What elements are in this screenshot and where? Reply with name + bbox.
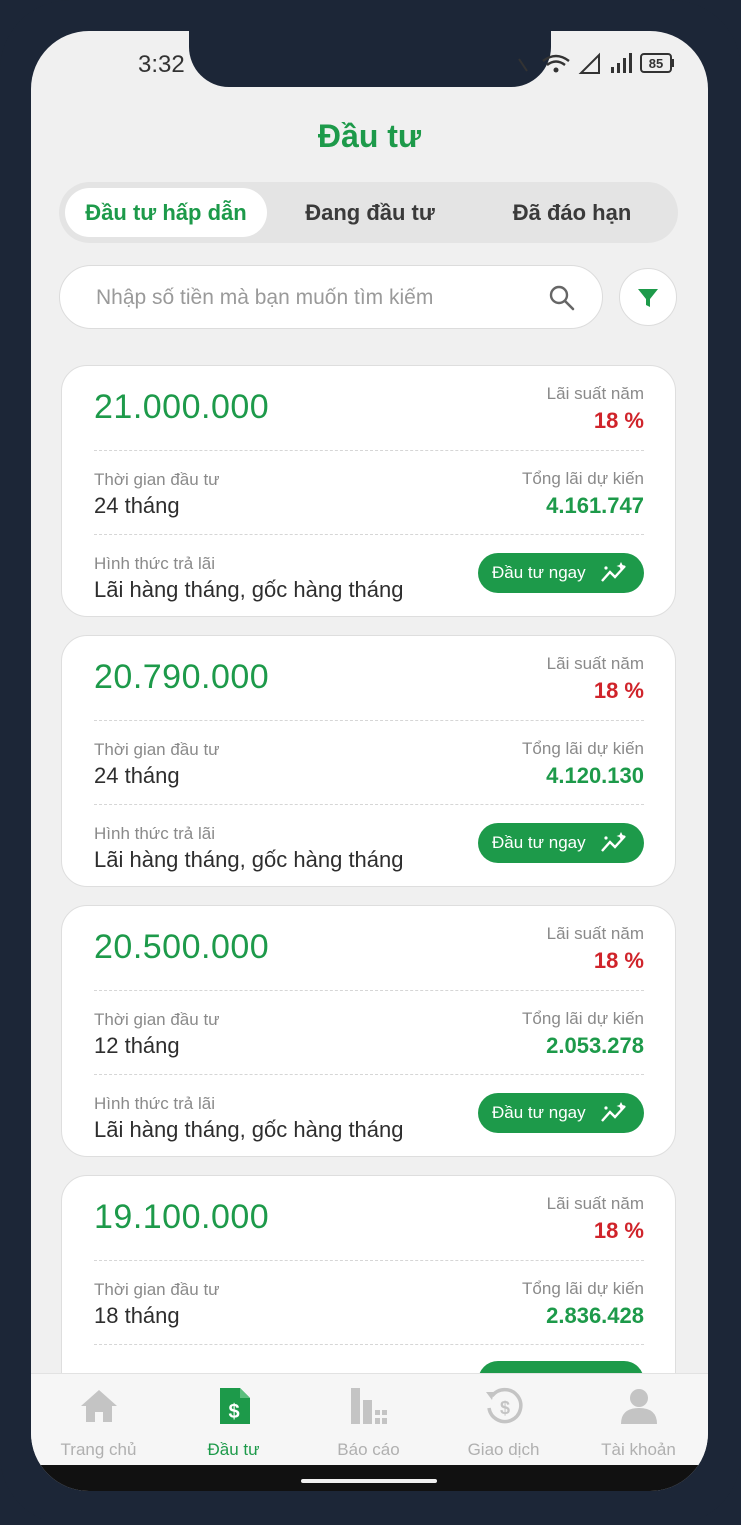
camera-notch [189, 31, 551, 87]
home-indicator[interactable] [301, 1479, 437, 1483]
invest-now-button[interactable]: Đầu tư ngay [478, 823, 644, 863]
tab-matured[interactable]: Đã đáo hạn [471, 188, 673, 237]
nav-transaction[interactable]: $ Giao dịch [436, 1374, 571, 1466]
trend-sparkle-icon [601, 1102, 626, 1122]
page-title: Đầu tư [317, 118, 422, 154]
rate-label: Lãi suất năm [546, 654, 644, 673]
investment-amount: 19.100.000 [94, 1198, 270, 1236]
invest-now-label: Đầu tư ngay [492, 1103, 586, 1122]
rate-label: Lãi suất năm [546, 924, 644, 943]
annual-rate: 18 % [593, 1218, 644, 1243]
term-label: Thời gian đầu tư [94, 740, 220, 759]
nav-home-label: Trang chủ [60, 1440, 137, 1459]
invest-now-label: Đầu tư ngay [492, 833, 586, 852]
divider [94, 1344, 644, 1345]
invest-now-button[interactable]: Đầu tư ngay [478, 553, 644, 593]
payment-method-value: Lãi hàng tháng, gốc hàng tháng [94, 1117, 404, 1142]
investment-card[interactable]: 21.000.000 Lãi suất năm 18 % Thời gian đ… [61, 365, 676, 617]
status-time: 3:32 [138, 51, 185, 78]
term-value: 24 tháng [94, 763, 180, 788]
investment-card[interactable]: 20.790.000 Lãi suất năm 18 % Thời gian đ… [61, 635, 676, 887]
payment-method-label: Hình thức trả lãi [94, 1094, 215, 1113]
search-icon[interactable] [548, 284, 576, 312]
nav-account-label: Tài khoản [601, 1440, 676, 1459]
term-value: 24 tháng [94, 493, 180, 518]
battery-level: 85 [649, 56, 663, 71]
expected-interest-value: 4.161.747 [546, 493, 644, 518]
nav-home[interactable]: Trang chủ [31, 1374, 166, 1466]
invest-now-label: Đầu tư ngay [492, 563, 586, 582]
divider [94, 450, 644, 451]
system-gesture-bar [31, 1465, 708, 1491]
expected-interest-label: Tổng lãi dự kiến [522, 739, 644, 758]
search-bar [59, 265, 603, 330]
term-value: 12 tháng [94, 1033, 180, 1058]
filter-button[interactable] [619, 268, 677, 326]
filter-funnel-icon [638, 289, 658, 307]
tab-investing[interactable]: Đang đầu tư [269, 188, 471, 237]
expected-interest-value: 4.120.130 [546, 763, 644, 788]
nav-account[interactable]: Tài khoản [571, 1374, 706, 1466]
divider [94, 1074, 644, 1075]
trend-sparkle-icon [601, 562, 626, 582]
divider [94, 1260, 644, 1261]
annual-rate: 18 % [593, 678, 644, 703]
report-bars-icon [351, 1388, 387, 1424]
nav-report-label: Báo cáo [337, 1440, 400, 1459]
payment-method-label: Hình thức trả lãi [94, 554, 215, 573]
tab-attractive-investments[interactable]: Đầu tư hấp dẫn [65, 188, 267, 237]
rate-label: Lãi suất năm [546, 384, 644, 403]
phone-frame: 3:32 85 Đầu tư Đầu tư hấp dẫn Đang đầu t… [0, 0, 741, 1525]
account-user-icon [621, 1389, 657, 1424]
rate-label: Lãi suất năm [546, 1194, 644, 1213]
invest-document-icon: $ [220, 1388, 250, 1424]
nav-report[interactable]: Báo cáo [301, 1374, 436, 1466]
app-screen: 3:32 85 Đầu tư Đầu tư hấp dẫn Đang đầu t… [31, 31, 708, 1491]
term-label: Thời gian đầu tư [94, 1010, 220, 1029]
nav-invest-label: Đầu tư [207, 1440, 260, 1459]
term-label: Thời gian đầu tư [94, 1280, 220, 1299]
status-icons: 85 [511, 49, 681, 79]
payment-method-value: Lãi hàng tháng, gốc hàng tháng [94, 577, 404, 602]
svg-text:$: $ [228, 1401, 239, 1423]
nav-transaction-label: Giao dịch [467, 1440, 540, 1459]
annual-rate: 18 % [593, 408, 644, 433]
svg-text:$: $ [500, 1398, 510, 1418]
expected-interest-label: Tổng lãi dự kiến [522, 1279, 644, 1298]
investment-amount: 20.500.000 [94, 928, 270, 966]
bottom-navigation: Trang chủ $ Đầu tư Báo cáo $ Giao dịch T… [31, 1373, 708, 1466]
expected-interest-label: Tổng lãi dự kiến [522, 469, 644, 488]
term-label: Thời gian đầu tư [94, 470, 220, 489]
divider [94, 534, 644, 535]
expected-interest-value: 2.053.278 [546, 1033, 644, 1058]
expected-interest-value: 2.836.428 [546, 1303, 644, 1328]
divider [94, 804, 644, 805]
divider [94, 990, 644, 991]
expected-interest-label: Tổng lãi dự kiến [522, 1009, 644, 1028]
trend-sparkle-icon [601, 832, 626, 852]
investment-amount: 20.790.000 [94, 658, 270, 696]
investment-card[interactable]: 20.500.000 Lãi suất năm 18 % Thời gian đ… [61, 905, 676, 1157]
payment-method-label: Hình thức trả lãi [94, 824, 215, 843]
nav-invest[interactable]: $ Đầu tư [166, 1374, 301, 1466]
invest-now-button[interactable]: Đầu tư ngay [478, 1093, 644, 1133]
search-input[interactable] [94, 266, 538, 330]
divider [94, 720, 644, 721]
tab-bar: Đầu tư hấp dẫn Đang đầu tư Đã đáo hạn [59, 182, 678, 243]
payment-method-value: Lãi hàng tháng, gốc hàng tháng [94, 847, 404, 872]
transaction-dollar-icon: $ [486, 1387, 523, 1424]
annual-rate: 18 % [593, 948, 644, 973]
term-value: 18 tháng [94, 1303, 180, 1328]
signal-wifi-battery-icon: 85 [518, 52, 674, 74]
home-icon [81, 1390, 117, 1422]
investment-amount: 21.000.000 [94, 388, 270, 426]
